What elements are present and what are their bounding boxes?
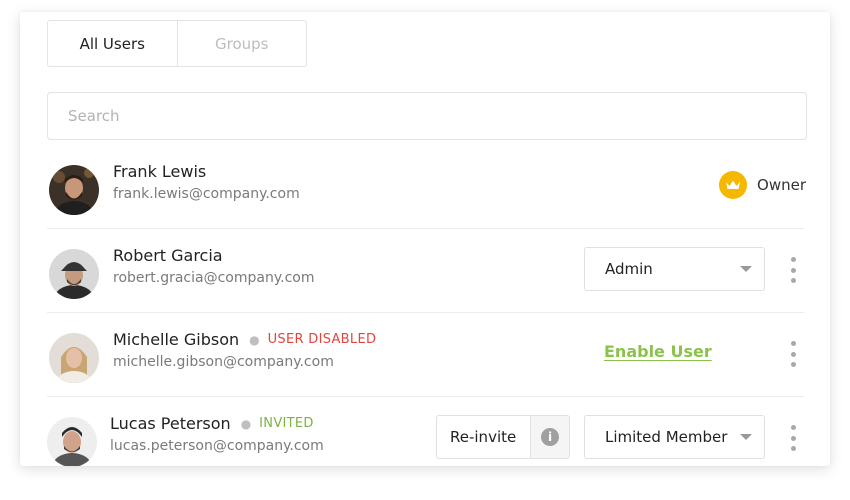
chevron-down-icon xyxy=(740,434,752,440)
user-row: Frank Lewis frank.lewis@company.com Owne… xyxy=(47,144,806,229)
status-badge-invited: INVITED xyxy=(259,416,314,431)
avatar-image xyxy=(49,165,99,215)
user-email: frank.lewis@company.com xyxy=(113,186,300,202)
user-row: Lucas Peterson ● INVITED lucas.peterson@… xyxy=(47,396,804,466)
user-name: Robert Garcia xyxy=(113,246,223,265)
role-select[interactable]: Admin xyxy=(584,247,765,291)
user-name-line: Michelle Gibson ● USER DISABLED xyxy=(113,330,376,349)
user-email: robert.gracia@company.com xyxy=(113,270,315,286)
user-name: Michelle Gibson xyxy=(113,330,240,349)
avatar xyxy=(49,249,99,299)
user-email: lucas.peterson@company.com xyxy=(110,438,324,454)
separator-dot: ● xyxy=(240,416,252,431)
role-select[interactable]: Limited Member xyxy=(584,415,765,459)
reinvite-button[interactable]: Re-invite xyxy=(437,416,530,458)
separator-dot: ● xyxy=(249,332,260,347)
user-email: michelle.gibson@company.com xyxy=(113,354,334,370)
avatar xyxy=(47,417,97,466)
users-panel: All Users Groups Frank Lewis frank.lewis… xyxy=(20,12,830,466)
chevron-down-icon xyxy=(740,266,752,272)
user-name: Lucas Peterson xyxy=(110,414,231,433)
user-row: Robert Garcia robert.gracia@company.com … xyxy=(47,228,804,313)
search-input[interactable] xyxy=(66,106,806,126)
info-icon: i xyxy=(541,428,559,446)
tab-groups[interactable]: Groups xyxy=(176,21,307,66)
owner-badge: Owner xyxy=(719,171,806,199)
status-badge-disabled: USER DISABLED xyxy=(267,332,377,347)
more-options-icon[interactable] xyxy=(786,425,800,451)
avatar xyxy=(49,333,99,383)
role-label: Owner xyxy=(757,176,806,194)
info-button[interactable]: i xyxy=(530,416,569,458)
reinvite-button-group: Re-invite i xyxy=(436,415,570,459)
avatar-image xyxy=(49,333,99,383)
user-row: Michelle Gibson ● USER DISABLED michelle… xyxy=(47,312,804,397)
enable-user-link[interactable]: Enable User xyxy=(604,342,712,361)
avatar-image xyxy=(49,249,99,299)
crown-icon xyxy=(719,171,748,199)
avatar xyxy=(49,165,99,215)
search-box xyxy=(47,92,807,140)
role-select-value: Limited Member xyxy=(605,428,728,446)
more-options-icon[interactable] xyxy=(786,341,800,367)
more-options-icon[interactable] xyxy=(786,257,800,283)
avatar-image xyxy=(47,417,97,466)
tab-all-users[interactable]: All Users xyxy=(48,21,177,66)
tab-bar: All Users Groups xyxy=(47,20,307,67)
role-select-value: Admin xyxy=(605,260,653,278)
user-name: Frank Lewis xyxy=(113,162,207,181)
user-name-line: Lucas Peterson ● INVITED xyxy=(110,414,314,433)
